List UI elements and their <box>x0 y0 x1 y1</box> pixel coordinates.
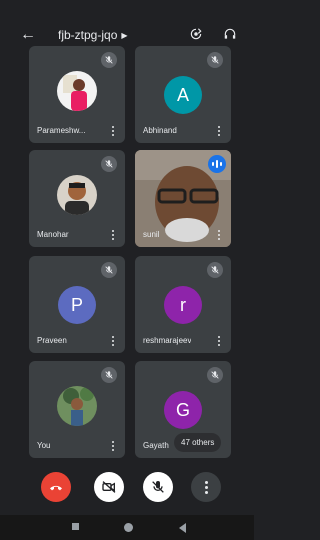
avatar <box>57 71 97 111</box>
participant-name: Gayath <box>143 441 169 450</box>
participant-name: Parameshw... <box>37 126 86 135</box>
mic-off-icon <box>101 52 117 68</box>
mic-off-icon <box>152 481 164 493</box>
more-vertical-icon[interactable] <box>215 336 223 346</box>
mic-off-icon <box>207 367 223 383</box>
call-controls <box>0 468 254 508</box>
camera-switch-icon[interactable] <box>188 26 204 42</box>
mic-off-icon <box>207 52 223 68</box>
mic-off-icon <box>207 262 223 278</box>
more-vertical-icon[interactable] <box>215 230 223 240</box>
more-vertical-icon <box>204 480 208 494</box>
back-arrow-icon[interactable]: ← <box>20 27 36 43</box>
video-off-icon <box>102 481 116 493</box>
participant-name: You <box>37 441 51 450</box>
avatar: A <box>164 76 202 114</box>
avatar-initial: P <box>70 294 83 315</box>
more-vertical-icon[interactable] <box>215 126 223 136</box>
participant-video-tile[interactable]: sunil <box>135 150 231 247</box>
participant-name: Praveen <box>37 336 67 345</box>
more-vertical-icon[interactable] <box>109 230 117 240</box>
participant-tile[interactable]: P Praveen <box>29 256 125 353</box>
more-vertical-icon[interactable] <box>109 126 117 136</box>
participant-name: Manohar <box>37 230 69 239</box>
end-call-button[interactable] <box>41 472 71 502</box>
avatar-initial: G <box>175 399 190 420</box>
participant-name: Abhinand <box>143 126 177 135</box>
participant-name: sunil <box>143 230 160 239</box>
home-icon[interactable] <box>124 523 133 532</box>
avatar-initial: r <box>180 294 186 315</box>
headphones-icon[interactable] <box>222 26 238 42</box>
participant-tile-self[interactable]: You <box>29 361 125 458</box>
meeting-code[interactable]: fjb-ztpg-jqo ▶ <box>58 28 128 42</box>
avatar <box>57 175 97 215</box>
others-count-pill[interactable]: 47 others <box>174 433 222 452</box>
back-icon[interactable] <box>179 523 186 533</box>
avatar-initial: A <box>176 84 189 105</box>
participant-tile[interactable]: r reshmarajeev <box>135 256 231 353</box>
toggle-mic-button[interactable] <box>143 472 173 502</box>
meeting-code-label: fjb-ztpg-jqo <box>58 28 118 42</box>
recents-icon[interactable] <box>72 523 79 530</box>
caret-right-icon: ▶ <box>121 30 128 40</box>
mic-off-icon <box>101 367 117 383</box>
avatar: G <box>164 391 202 429</box>
status-bar <box>0 0 254 10</box>
more-vertical-icon[interactable] <box>109 441 117 451</box>
speaking-indicator-icon <box>208 155 226 173</box>
participant-tile[interactable]: A Abhinand <box>135 46 231 143</box>
participant-name: reshmarajeev <box>143 336 192 345</box>
more-vertical-icon[interactable] <box>109 336 117 346</box>
avatar <box>57 386 97 426</box>
avatar: P <box>58 286 96 324</box>
mic-off-icon <box>101 156 117 172</box>
more-options-button[interactable] <box>191 472 221 502</box>
android-nav-bar <box>0 515 254 540</box>
participant-tile[interactable]: Manohar <box>29 150 125 247</box>
mic-off-icon <box>101 262 117 278</box>
phone-hangup-icon <box>50 485 62 491</box>
avatar: r <box>164 286 202 324</box>
top-bar: ← fjb-ztpg-jqo ▶ <box>0 10 254 44</box>
participant-tile[interactable]: Parameshw... <box>29 46 125 143</box>
toggle-camera-button[interactable] <box>94 472 124 502</box>
